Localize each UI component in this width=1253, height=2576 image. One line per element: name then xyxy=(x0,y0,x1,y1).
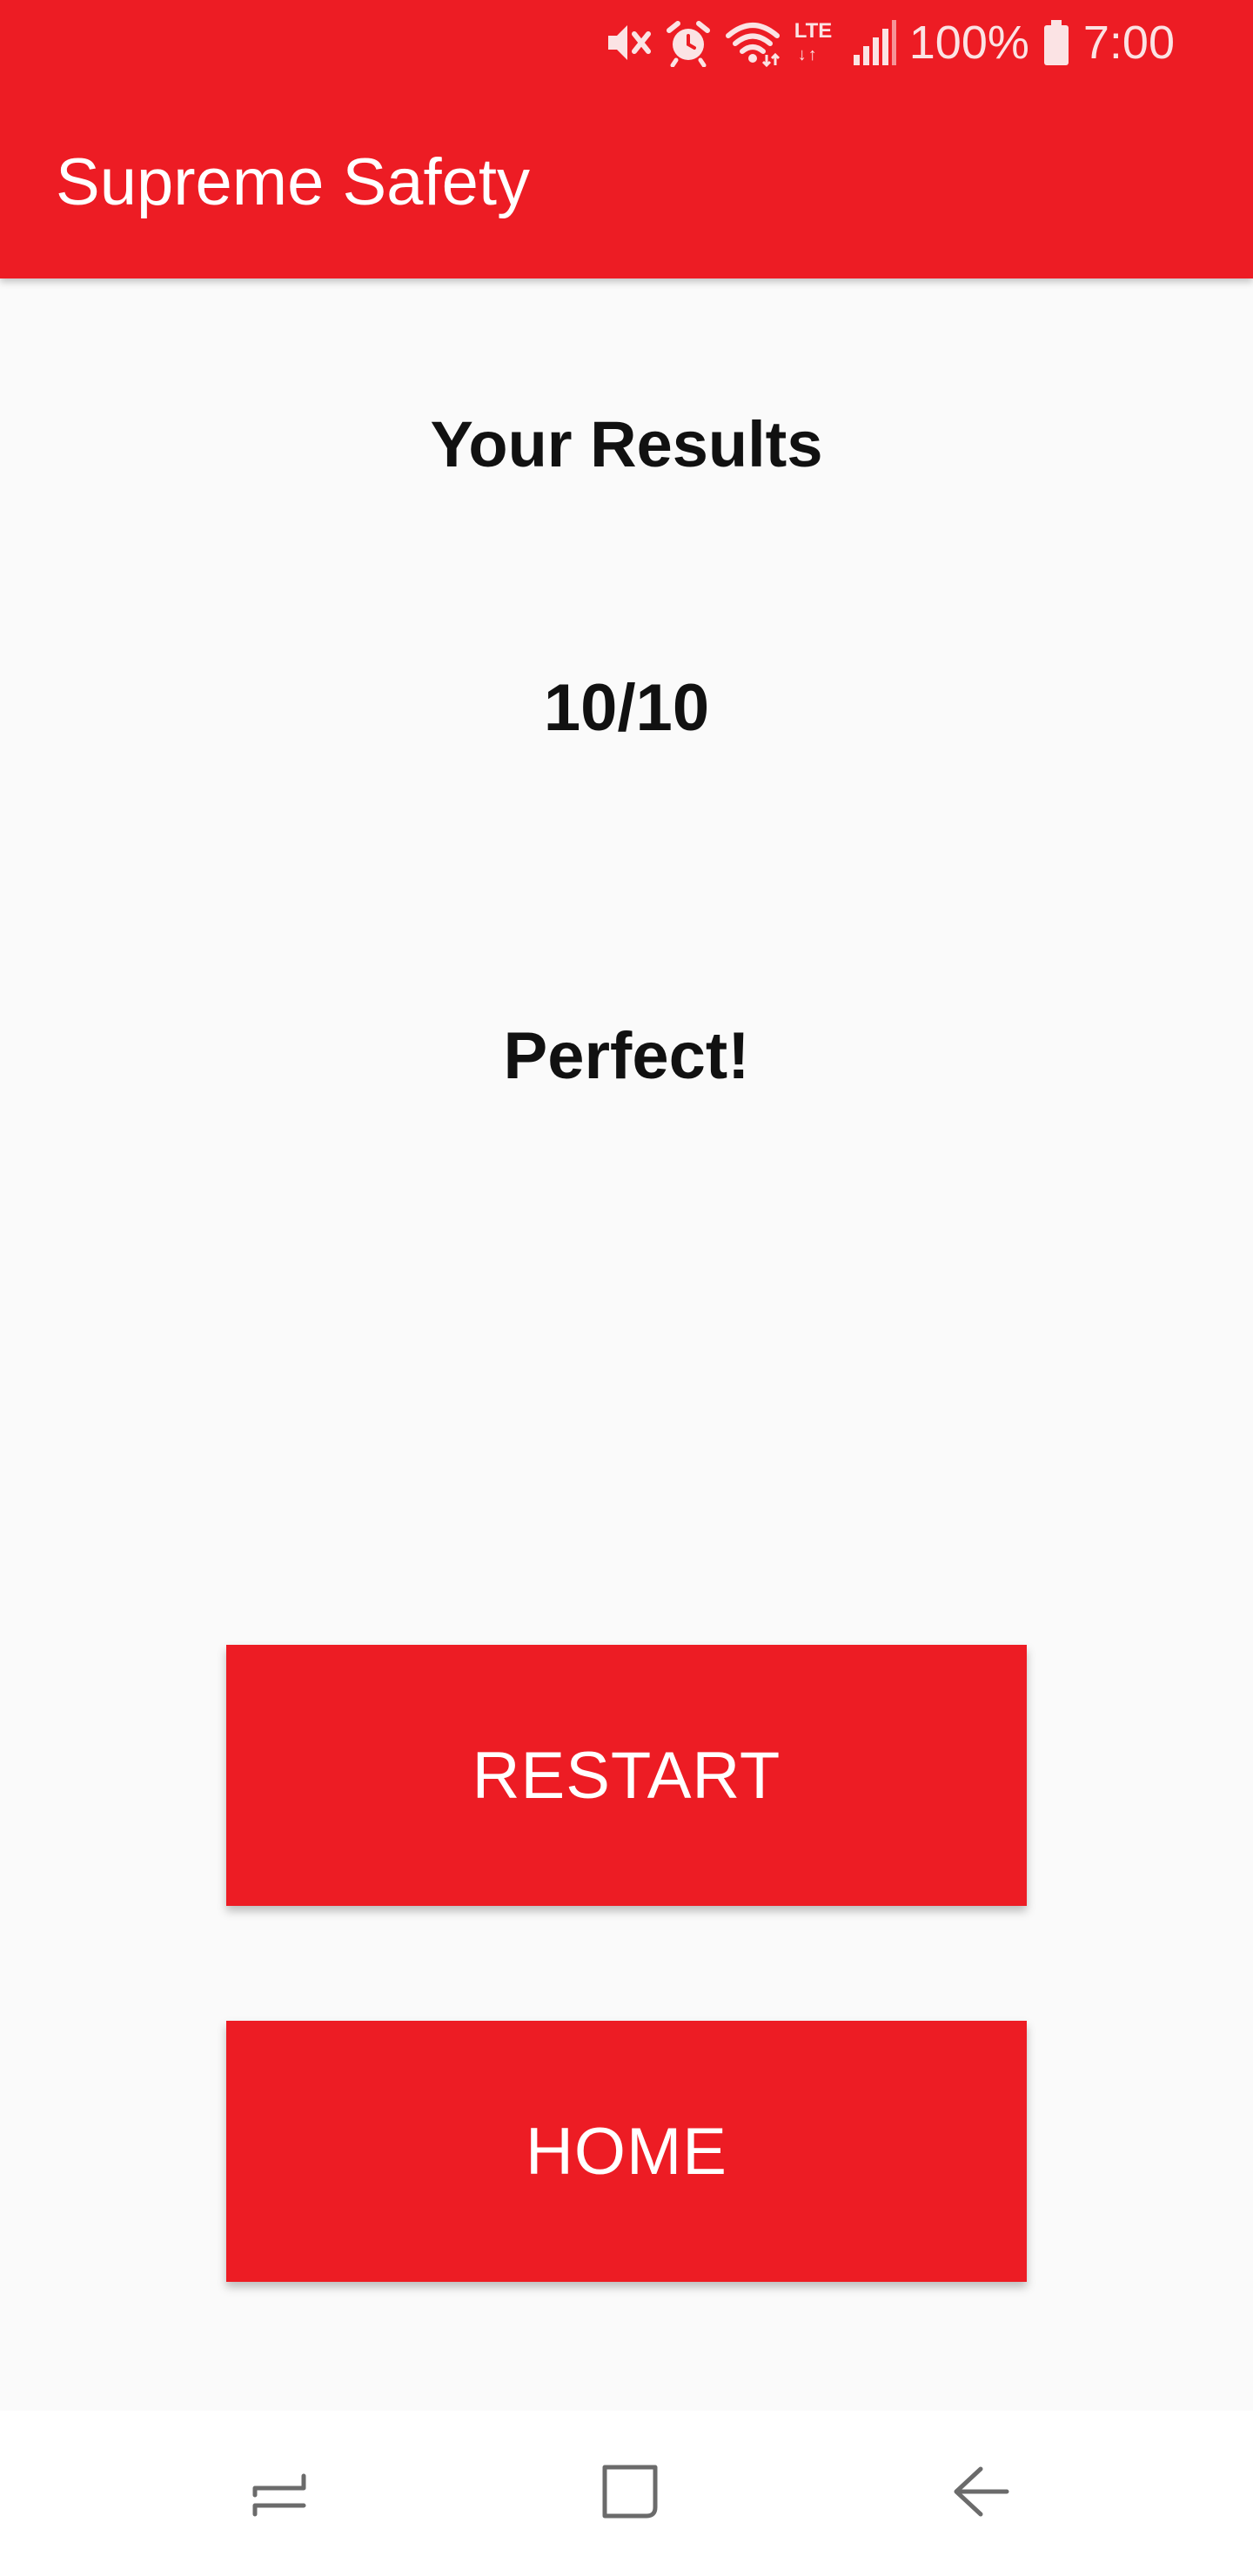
battery-percent: 100% xyxy=(908,17,1029,69)
back-button[interactable] xyxy=(933,2445,1029,2541)
alarm-icon xyxy=(664,18,713,67)
clock: 7:00 xyxy=(1082,17,1175,69)
home-button[interactable]: HOME xyxy=(226,2021,1027,2282)
lte-icon: LTE ↓↑ xyxy=(793,12,840,73)
home-icon xyxy=(596,2457,666,2531)
wifi-icon xyxy=(725,18,781,67)
signal-icon xyxy=(852,18,897,67)
recents-icon xyxy=(246,2457,316,2531)
lte-label: LTE xyxy=(794,19,833,43)
result-verdict: Perfect! xyxy=(503,1019,750,1093)
app-bar: LTE ↓↑ 100% 7:00 Supreme Safety xyxy=(0,0,1253,278)
status-icons: LTE ↓↑ 100% 7:00 xyxy=(603,12,1175,73)
mute-icon xyxy=(603,18,652,67)
status-bar: LTE ↓↑ 100% 7:00 xyxy=(0,0,1253,84)
nav-home-button[interactable] xyxy=(583,2445,679,2541)
lte-arrows-icon: ↓↑ xyxy=(797,45,819,64)
recents-button[interactable] xyxy=(233,2445,329,2541)
results-heading: Your Results xyxy=(430,408,823,480)
score-value: 10/10 xyxy=(543,671,710,745)
app-title: Supreme Safety xyxy=(56,145,530,219)
battery-icon xyxy=(1042,18,1071,67)
back-icon xyxy=(946,2457,1015,2531)
navigation-bar xyxy=(0,2411,1253,2576)
restart-button[interactable]: RESTART xyxy=(226,1645,1027,1906)
